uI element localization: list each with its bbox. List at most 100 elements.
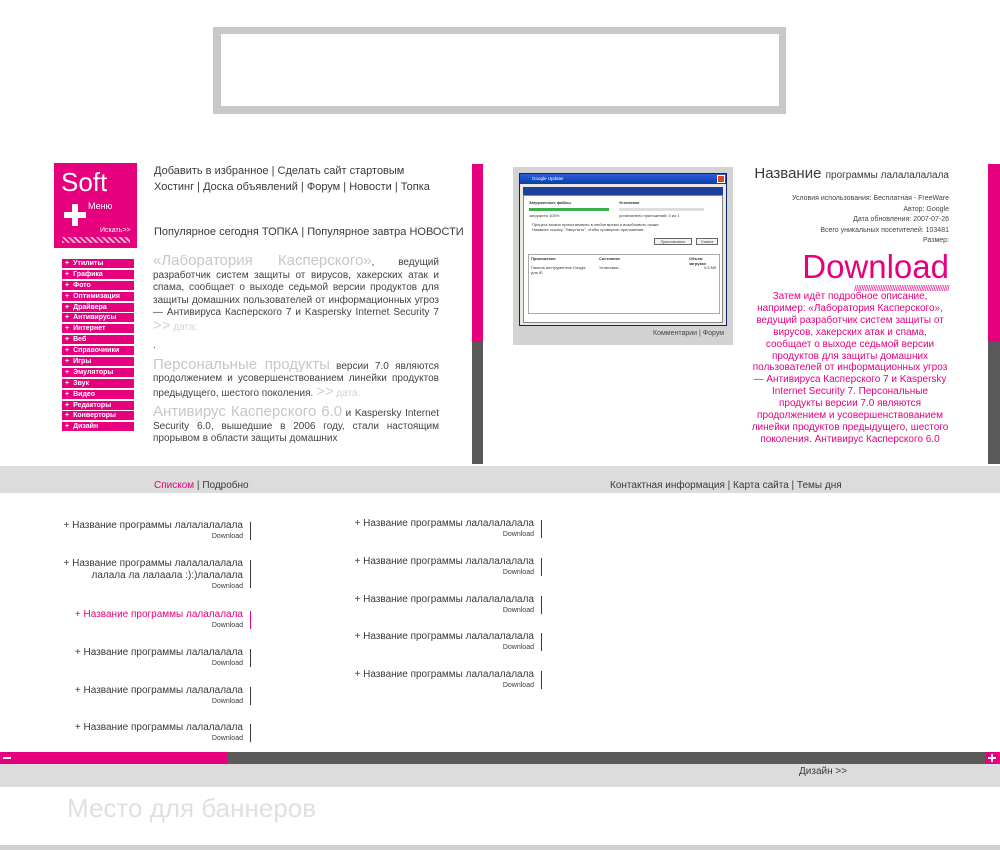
program-list-item[interactable]: + Название программы лалалалалала лалала … [64,558,251,591]
search-link[interactable]: Искать>> [100,227,131,234]
footer-links[interactable]: Контактная информация | Карта сайта | Те… [610,480,842,491]
program-list-item[interactable]: + Название программы лалалалала Download [75,722,251,743]
program-list-item[interactable]: + Название программы лалалалалала Downloa… [355,669,542,690]
screenshot-cancel-button: Отмена [696,238,718,245]
menu-link[interactable]: Меню [88,201,112,211]
category-item[interactable]: + Драйвера [62,302,134,312]
minus-icon[interactable] [3,757,11,759]
program-list-title[interactable]: + Название программы лалалалала [75,609,243,621]
category-label: Дизайн [73,423,99,431]
program-list-title[interactable]: + Название программы лалалалалала [355,669,535,681]
news-article: «Лаборатория Касперского», ведущий разра… [153,255,439,455]
program-list-download[interactable]: Download [355,530,534,539]
program-list-download[interactable]: Download [75,621,243,630]
article-1-title[interactable]: «Лаборатория Касперского» [153,255,372,269]
download-progress-bar [529,208,609,211]
design-bar [0,764,1000,787]
program-list-download[interactable]: Download [64,582,243,591]
category-item[interactable]: + Фото [62,280,134,290]
program-list-download[interactable]: Download [355,606,534,615]
category-item[interactable]: + Справочники [62,346,134,356]
screenshot-tabs: Текущее состояниеУстановленные ПООбновле… [523,187,723,201]
logo-title: Soft [61,167,108,197]
category-item[interactable]: + Игры [62,357,134,367]
scroll-bar-middle[interactable] [472,164,483,464]
program-list-download[interactable]: Download [64,532,243,541]
category-item[interactable]: + Утилиты [62,259,134,268]
article-3-title[interactable]: Антивирус Касперского 6.0 [153,403,342,420]
article-2-date: дата: [336,387,361,399]
plus-icon: + [65,281,70,289]
screenshot-row-status: Установка... [599,265,622,270]
program-list-title[interactable]: + Название программы лалалалалала [64,558,244,570]
program-list-download[interactable]: Download [355,681,534,690]
program-list-item[interactable]: + Название программы лалалалалала Downloa… [355,594,542,615]
program-list-download[interactable]: Download [355,643,534,652]
category-item[interactable]: + Редакторы [62,400,134,410]
download-button[interactable]: Download [748,249,949,284]
plus-icon[interactable] [985,752,1000,764]
category-menu: + Утилиты + Графика + Фото + Оптимизация + Драйве… [62,259,134,433]
plus-icon: + [65,303,70,311]
plus-icon: + [65,292,70,300]
view-list-link[interactable]: Списком [154,480,194,491]
plus-icon: + [65,260,70,267]
top-links-line2[interactable]: Хостинг | Доска объявлений | Форум | Нов… [154,179,430,195]
program-list-item[interactable]: + Название программы лалалалала Download [75,647,251,668]
program-info: Название программы лалалалалала Условия … [748,166,949,294]
category-item[interactable]: + Интернет [62,324,134,334]
category-item[interactable]: + Дизайн [62,422,134,432]
plus-icon [64,204,86,226]
category-label: Видео [73,390,96,398]
program-list-title[interactable]: + Название программы лалалалалала [64,520,244,532]
category-item[interactable]: + Оптимизация [62,291,134,301]
program-list-title[interactable]: + Название программы лалалалала [75,722,243,734]
popular-links[interactable]: Популярное сегодня ТОПКА | Популярное за… [154,226,464,238]
top-banner-slot[interactable] [221,34,779,106]
site-logo[interactable]: Soft Меню Искать>> [54,163,137,248]
program-list-download[interactable]: Download [75,659,243,668]
program-list-title[interactable]: + Название программы лалалалалала [355,594,535,606]
program-list-item[interactable]: + Название программы лалалалалала Downloa… [355,518,542,539]
program-list-title[interactable]: + Название программы лалалалала [75,685,243,697]
category-item[interactable]: + Звук [62,378,134,388]
program-list-separator [541,671,542,689]
category-label: Антивирусы [73,314,117,322]
category-label: Интернет [73,325,106,333]
program-list-item[interactable]: + Название программы лалалалала Download [75,685,251,706]
program-list-title[interactable]: + Название программы лалалалалала [355,631,535,643]
category-item[interactable]: + Веб [62,335,134,345]
program-list-item[interactable]: + Название программы лалалалала Download [75,609,251,630]
program-list-title[interactable]: + Название программы лалалалала [75,647,243,659]
program-list-download[interactable]: Download [75,697,243,706]
category-label: Конверторы [73,412,117,420]
program-list-title[interactable]: + Название программы лалалалалала [355,556,535,568]
program-list-title[interactable]: + Название программы лалалалалала [355,518,535,530]
program-list-item[interactable]: + Название программы лалалалалала Downloa… [355,556,542,577]
plus-icon: + [65,358,70,366]
top-links-line1[interactable]: Добавить в избранное | Сделать сайт стар… [154,163,430,179]
program-list-separator [250,724,251,742]
program-list-item[interactable]: + Название программы лалалалалала Downloa… [64,520,251,541]
program-list-separator [541,558,542,576]
category-item[interactable]: + Конверторы [62,411,134,421]
program-list-download[interactable]: Download [355,568,534,577]
arrows-icon[interactable]: >> [153,317,171,334]
design-link[interactable]: Дизайн >> [799,766,847,777]
screenshot-caption-links[interactable]: Комментарии | Форум [653,330,724,337]
article-2-title[interactable]: Персональные продукты [153,356,330,373]
program-size: Размер: [922,237,949,244]
program-screenshot[interactable]: Google Updater Текущее состояниеУстановл… [513,167,733,345]
scroll-bar-right[interactable] [988,164,1000,464]
category-item[interactable]: + Антивирусы [62,313,134,323]
category-item[interactable]: + Эмуляторы [62,367,134,377]
category-label: Оптимизация [73,292,120,300]
arrows-icon[interactable]: >> [316,383,334,400]
screenshot-row-size: 0.5 Mб [704,265,717,270]
program-list-item[interactable]: + Название программы лалалалалала Downloa… [355,631,542,652]
category-item[interactable]: + Графика [62,269,134,279]
view-detail-link[interactable]: Подробно [202,480,248,491]
category-item[interactable]: + Видео [62,389,134,399]
bottom-scroll-thumb[interactable] [0,752,227,764]
program-list-download[interactable]: Download [75,734,243,743]
